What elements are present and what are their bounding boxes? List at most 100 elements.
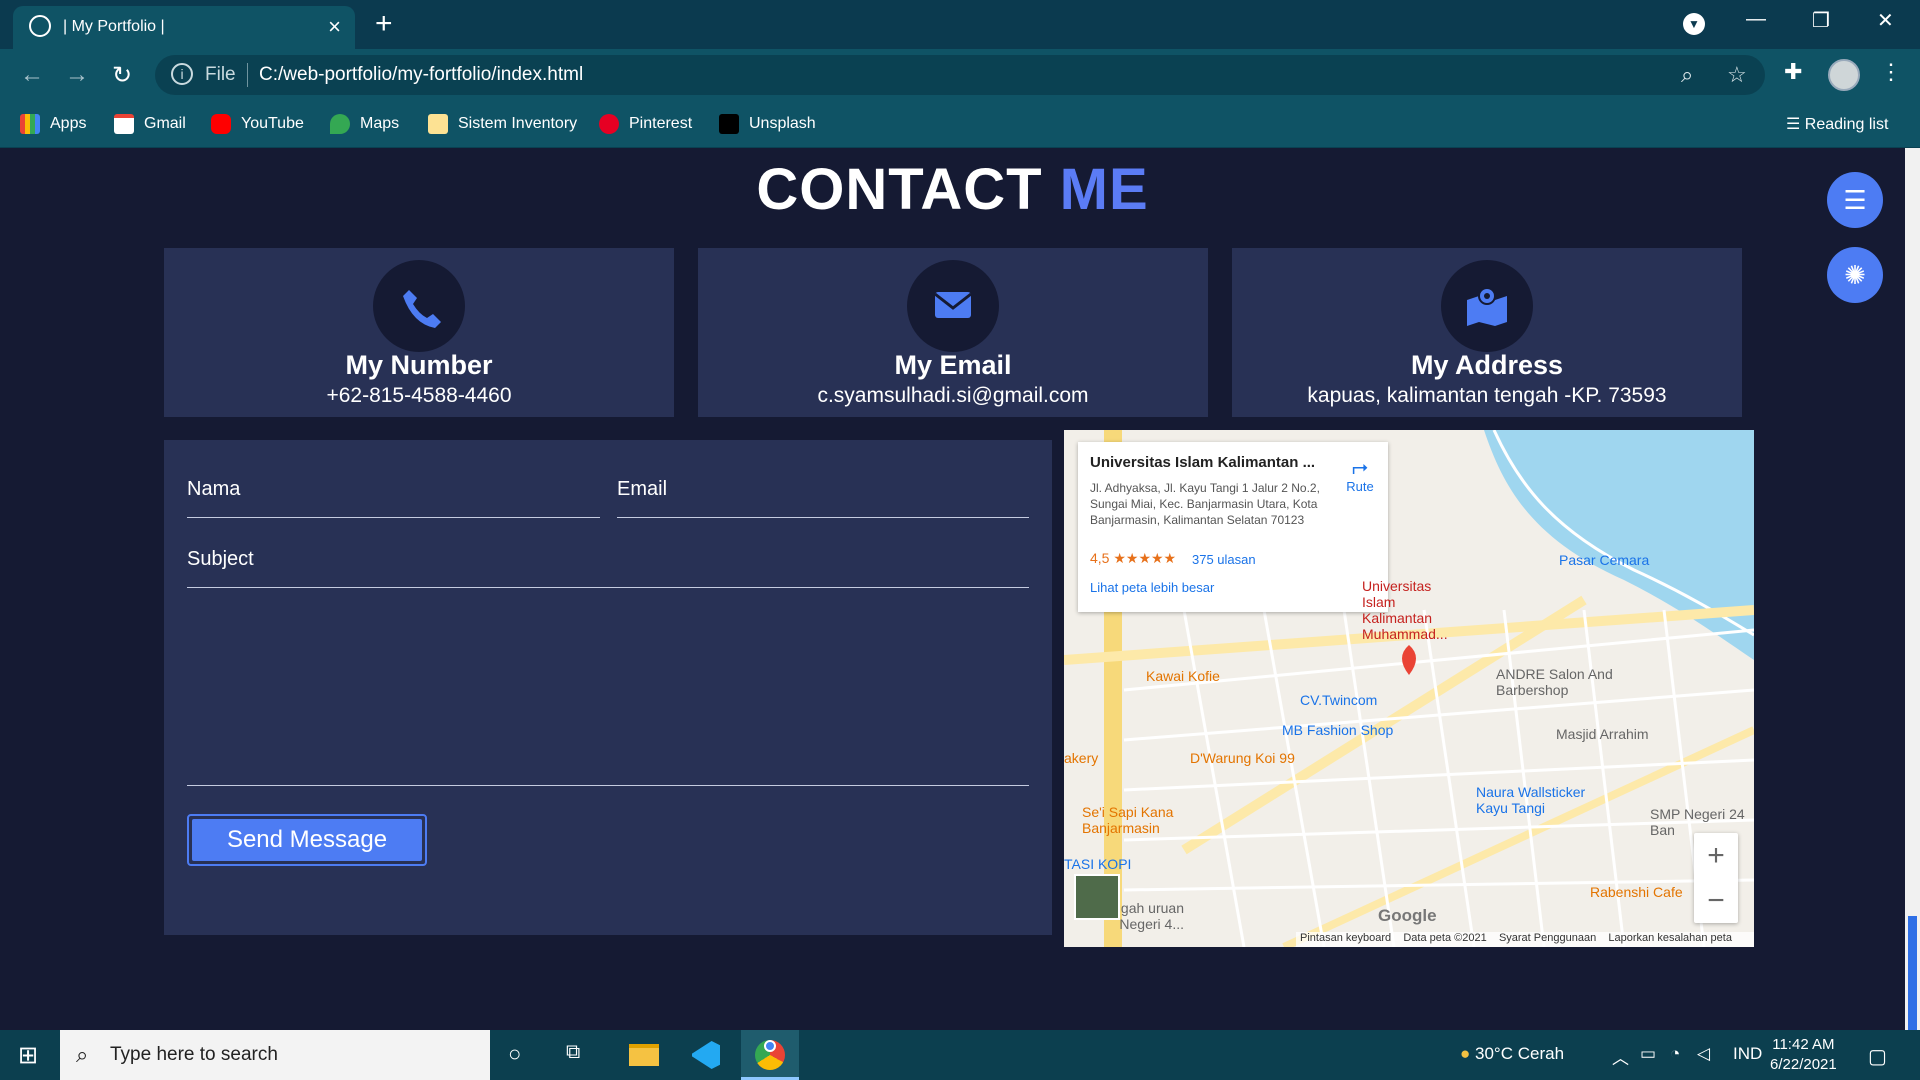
window-close-icon[interactable]: ✕ (1877, 8, 1894, 33)
bookmarks-bar: Apps Gmail YouTube Maps Sistem Inventory… (0, 101, 1920, 148)
profile-avatar[interactable] (1828, 59, 1860, 91)
zoom-icon[interactable]: ⌕ (1681, 62, 1693, 88)
bookmark-gmail[interactable]: Gmail (114, 114, 186, 134)
bookmark-apps[interactable]: Apps (20, 114, 86, 134)
reload-icon[interactable]: ↻ (112, 61, 132, 90)
language-indicator[interactable]: IND (1733, 1044, 1762, 1064)
place-name: Universitas Islam Kalimantan ... (1090, 454, 1316, 471)
chrome-icon[interactable] (741, 1030, 799, 1080)
message-textarea[interactable] (187, 606, 1029, 786)
bookmark-pinterest[interactable]: Pinterest (599, 114, 692, 134)
route-button[interactable]: ⮣ Rute (1340, 456, 1380, 494)
map-label[interactable]: ANDRE Salon And Barbershop (1496, 666, 1626, 698)
email-field[interactable]: Email (617, 478, 1029, 518)
map-data-text: Data peta ©2021 (1403, 932, 1487, 944)
close-tab-icon[interactable]: × (328, 14, 341, 40)
keyboard-shortcuts-link[interactable]: Pintasan keyboard (1300, 932, 1391, 944)
map-label[interactable]: Se'i Sapi Kana Banjarmasin (1082, 804, 1192, 836)
bookmark-maps[interactable]: Maps (330, 114, 399, 134)
phone-icon (373, 260, 465, 352)
subject-field[interactable]: Subject (187, 548, 1029, 588)
wifi-icon[interactable]: ◔ (1670, 1044, 1680, 1064)
report-error-link[interactable]: Laporkan kesalahan peta (1608, 932, 1732, 944)
browser-toolbar: ← → ↻ i File C:/web-portfolio/my-fortfol… (0, 49, 1920, 101)
bookmark-unsplash[interactable]: Unsplash (719, 114, 816, 134)
card-title: My Number (345, 350, 493, 380)
file-explorer-icon[interactable] (617, 1030, 673, 1080)
taskbar-search[interactable]: ⌕ Type here to search (60, 1030, 490, 1080)
search-placeholder: Type here to search (110, 1044, 278, 1065)
map-label[interactable]: akery (1064, 750, 1098, 766)
windows-start-icon[interactable]: ⊞ (18, 1041, 38, 1070)
volume-icon[interactable]: ◁ (1697, 1044, 1710, 1064)
zoom-out-button[interactable]: − (1694, 878, 1738, 923)
new-tab-button[interactable]: + (375, 7, 393, 41)
task-view-icon[interactable]: ⧉ (566, 1041, 580, 1064)
zoom-control: + − (1694, 833, 1738, 923)
bookmark-sistem-inventory[interactable]: Sistem Inventory (428, 114, 577, 134)
bookmark-label: Gmail (144, 115, 186, 132)
tab-search-icon[interactable]: ▼ (1683, 13, 1705, 35)
map-label[interactable]: CV.Twincom (1300, 692, 1377, 708)
restore-icon[interactable]: ❐ (1812, 8, 1830, 33)
star-icon[interactable]: ☆ (1727, 62, 1747, 88)
notification-icon[interactable]: ▢ (1868, 1044, 1887, 1069)
contact-card-email: My Email c.syamsulhadi.si@gmail.com (698, 248, 1208, 417)
info-icon[interactable]: i (171, 63, 193, 85)
document-icon (428, 114, 448, 134)
zoom-in-button[interactable]: + (1694, 833, 1738, 878)
map-label[interactable]: D'Warung Koi 99 (1190, 750, 1295, 766)
weather-widget[interactable]: ● 30°C Cerah (1460, 1044, 1564, 1064)
clock-date: 6/22/2021 (1770, 1056, 1837, 1073)
vscode-icon[interactable] (678, 1030, 734, 1080)
email-placeholder: Email (617, 478, 668, 500)
url-text[interactable]: C:/web-portfolio/my-fortfolio/index.html (259, 64, 583, 86)
menu-button[interactable]: ☰ (1827, 172, 1883, 228)
map-label[interactable]: Universitas Islam Kalimantan Muhammad... (1362, 578, 1462, 642)
forward-icon[interactable]: → (65, 61, 89, 89)
send-message-button[interactable]: Send Message (187, 814, 427, 866)
larger-map-link[interactable]: Lihat peta lebih besar (1090, 580, 1214, 595)
cortana-icon[interactable]: ○ (508, 1041, 521, 1067)
bookmark-youtube[interactable]: YouTube (211, 114, 304, 134)
bookmark-label: Apps (50, 115, 87, 132)
weather-sun-icon: ● (1460, 1044, 1471, 1063)
extensions-icon[interactable]: ✚ (1784, 59, 1802, 85)
youtube-icon (211, 114, 231, 134)
satellite-toggle[interactable] (1074, 874, 1120, 920)
taskbar-clock[interactable]: 11:42 AM 6/22/2021 (1770, 1035, 1837, 1075)
place-info-card: Universitas Islam Kalimantan ... Jl. Adh… (1078, 442, 1388, 612)
clock-time: 11:42 AM (1772, 1036, 1835, 1053)
bookmark-label: Unsplash (749, 115, 816, 132)
menu-dots-icon[interactable]: ⋮ (1880, 59, 1902, 85)
card-title: My Address (1410, 350, 1564, 380)
browser-tabbar: | My Portfolio | × + ▼ — ❐ ✕ (0, 0, 1920, 49)
card-title: My Email (894, 350, 1012, 380)
map-label[interactable]: Pasar Cemara (1559, 552, 1649, 568)
page-scrollbar[interactable] (1905, 148, 1920, 1030)
bookmark-label: Pinterest (629, 115, 693, 132)
search-icon: ⌕ (76, 1042, 89, 1067)
reading-list[interactable]: ☰ Reading list (1786, 114, 1888, 134)
name-field[interactable]: Nama (187, 478, 600, 518)
map-label[interactable]: Masjid Arrahim (1556, 726, 1649, 742)
gmail-icon (114, 114, 134, 134)
reviews-link[interactable]: 375 ulasan (1192, 552, 1256, 567)
google-map-embed[interactable]: Universitas Islam Kalimantan ... Jl. Adh… (1064, 430, 1754, 947)
minimize-icon[interactable]: — (1746, 8, 1766, 31)
address-bar[interactable]: i File C:/web-portfolio/my-fortfolio/ind… (155, 55, 1765, 95)
battery-icon[interactable]: ▭ (1640, 1044, 1656, 1064)
tray-chevron-icon[interactable]: ︿ (1612, 1044, 1629, 1069)
theme-settings-button[interactable]: ✺ (1827, 247, 1883, 303)
map-label[interactable]: MB Fashion Shop (1282, 722, 1393, 738)
back-icon[interactable]: ← (20, 61, 44, 89)
map-label[interactable]: TASI KOPI (1064, 856, 1131, 872)
map-label[interactable]: Rabenshi Cafe (1590, 884, 1683, 900)
map-label[interactable]: Kawai Kofie (1146, 668, 1220, 684)
page-title: CONTACT ME (0, 156, 1905, 223)
url-scheme: File (205, 64, 236, 85)
terms-link[interactable]: Syarat Penggunaan (1499, 932, 1596, 944)
map-label[interactable]: Naura Wallsticker Kayu Tangi (1476, 784, 1616, 816)
scrollbar-thumb[interactable] (1908, 916, 1917, 1030)
browser-tab[interactable]: | My Portfolio | × (13, 6, 355, 49)
